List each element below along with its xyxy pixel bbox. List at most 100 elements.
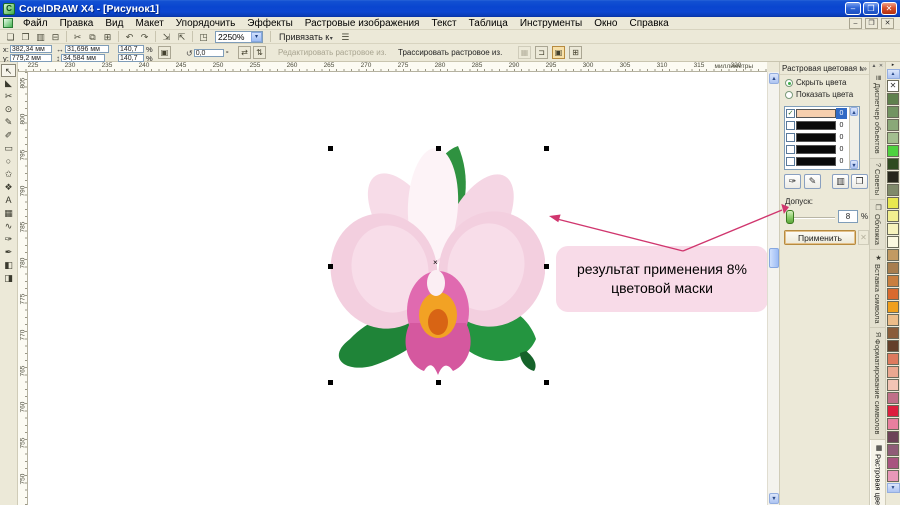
palette-scroll-down-icon[interactable]: ▼ (886, 483, 900, 493)
x-position-field[interactable]: 382,34 мм (9, 45, 52, 53)
shape-tool[interactable]: ◣ (1, 77, 16, 90)
checkbox-icon[interactable] (786, 120, 795, 130)
rotation-angle-field[interactable]: 0,0 (193, 49, 224, 57)
mask-color-row[interactable]: 0 (785, 155, 859, 167)
scroll-down-icon[interactable]: ▼ (769, 493, 779, 504)
palette-color-swatch[interactable] (887, 366, 899, 378)
copy-button[interactable]: ⧉ (85, 31, 100, 43)
print-button[interactable]: ⊟ (48, 31, 63, 43)
open-button[interactable]: ❐ (18, 31, 33, 43)
palette-color-swatch[interactable] (887, 210, 899, 222)
palette-color-swatch[interactable] (887, 262, 899, 274)
docker-collapse-icon[interactable]: ▲ (871, 63, 877, 70)
menu-item-Эффекты[interactable]: Эффекты (241, 18, 298, 29)
drawing-canvas[interactable]: × результат применения 8% цветовой маски (28, 72, 767, 505)
horizontal-ruler[interactable]: миллиметры 225 230 235 240 245 250 255 260 265 27… (18, 62, 767, 72)
mirror-horizontal-button[interactable]: ⇄ (238, 46, 251, 59)
scale-y-field[interactable]: 140,7 (118, 54, 144, 62)
lock-ratio-button[interactable]: ▣ (158, 46, 171, 59)
cut-button[interactable]: ✂ (70, 31, 85, 43)
minimize-button[interactable]: – (845, 2, 861, 15)
mask-color-row[interactable]: ✓ 0 (785, 107, 859, 119)
document-restore-button[interactable]: ❐ (865, 17, 878, 29)
palette-color-swatch[interactable] (887, 301, 899, 313)
open-mask-button[interactable]: ❐ (851, 174, 868, 189)
zoom-level-combo[interactable]: 2250% ▾ (215, 30, 263, 43)
selection-handle[interactable] (544, 146, 549, 151)
docker-tab-inactive[interactable]: ★ Вставка символа (870, 250, 885, 329)
eyedropper-tool[interactable]: ✑ (1, 233, 16, 246)
object-width-field[interactable]: 31,696 мм (65, 45, 109, 53)
scrollbar-thumb[interactable] (769, 248, 779, 268)
palette-color-swatch[interactable] (887, 184, 899, 196)
eyedropper-button[interactable]: ✑ (784, 174, 801, 189)
scroll-up-icon[interactable]: ▲ (850, 107, 858, 116)
crop-tool[interactable]: ✂ (1, 90, 16, 103)
import-button[interactable]: ⇲ (159, 31, 174, 43)
app-launcher-button[interactable]: ◳ (196, 31, 211, 43)
color-swatch[interactable] (796, 144, 836, 154)
mask-color-row[interactable]: 0 (785, 131, 859, 143)
y-position-field[interactable]: 779,2 мм (9, 54, 52, 62)
restore-button[interactable]: ❐ (863, 2, 879, 15)
palette-color-swatch[interactable] (887, 223, 899, 235)
selection-handle[interactable] (436, 380, 441, 385)
document-close-button[interactable]: ✕ (881, 17, 894, 29)
bitmap-frame-button[interactable]: ⊐ (535, 46, 548, 59)
text-tool[interactable]: A (1, 194, 16, 207)
palette-color-swatch[interactable] (887, 405, 899, 417)
menu-item-Файл[interactable]: Файл (17, 18, 54, 29)
palette-color-swatch[interactable] (887, 288, 899, 300)
selection-handle[interactable] (544, 380, 549, 385)
checkbox-icon[interactable] (786, 132, 795, 142)
palette-color-swatch[interactable] (887, 197, 899, 209)
freehand-tool[interactable]: ✎ (1, 116, 16, 129)
palette-color-swatch[interactable] (887, 340, 899, 352)
palette-color-swatch[interactable] (887, 106, 899, 118)
color-swatch[interactable] (796, 132, 836, 142)
menu-item-Упорядочить[interactable]: Упорядочить (170, 18, 242, 29)
palette-flyout-icon[interactable]: ▸ (886, 62, 900, 69)
snap-to-dropdown[interactable]: Привязать к ▾ (275, 32, 337, 42)
palette-color-swatch[interactable] (887, 444, 899, 456)
fill-tool[interactable]: ◧ (1, 259, 16, 272)
palette-color-swatch[interactable] (887, 353, 899, 365)
bitmap-mode-button[interactable]: ▣ (552, 46, 565, 59)
menu-item-Макет[interactable]: Макет (129, 18, 169, 29)
table-tool[interactable]: ▦ (1, 207, 16, 220)
checkbox-icon[interactable] (786, 156, 795, 166)
palette-color-swatch[interactable] (887, 236, 899, 248)
scale-x-field[interactable]: 140,7 (118, 45, 144, 53)
list-scrollbar[interactable]: ▲ ▼ (849, 107, 859, 169)
outline-tool[interactable]: ✒ (1, 246, 16, 259)
palette-color-swatch[interactable] (887, 145, 899, 157)
selection-center-marker[interactable]: × (433, 258, 438, 267)
color-swatch[interactable] (796, 108, 836, 118)
color-swatch[interactable] (796, 120, 836, 130)
close-button[interactable]: ✕ (881, 2, 897, 15)
scroll-up-icon[interactable]: ▲ (769, 73, 779, 84)
interactive-fill-tool[interactable]: ◨ (1, 272, 16, 285)
bitmap-expand-button[interactable]: ⊞ (569, 46, 582, 59)
menu-item-Инструменты[interactable]: Инструменты (514, 18, 588, 29)
hide-colors-radio[interactable]: Скрыть цвета (780, 75, 869, 87)
checkbox-icon[interactable]: ✓ (786, 108, 795, 118)
apply-button[interactable]: Применить (784, 230, 856, 245)
docker-tab-inactive[interactable]: ≣ Диспетчер объектов (870, 71, 885, 159)
tolerance-slider-track[interactable] (787, 217, 835, 219)
mask-color-row[interactable]: 0 (785, 143, 859, 155)
tolerance-input[interactable]: 8 (838, 210, 858, 223)
selection-handle[interactable] (328, 380, 333, 385)
options-button[interactable]: ☰ (338, 31, 353, 43)
canvas-vertical-scrollbar[interactable]: ▲ ▼ (767, 72, 779, 505)
ellipse-tool[interactable]: ○ (1, 155, 16, 168)
selection-handle[interactable] (436, 146, 441, 151)
color-swatch[interactable] (796, 156, 836, 166)
palette-color-swatch[interactable] (887, 431, 899, 443)
selection-handle[interactable] (544, 264, 549, 269)
selection-handle[interactable] (328, 264, 333, 269)
menu-item-Справка[interactable]: Справка (623, 18, 674, 29)
selection-handle[interactable] (328, 146, 333, 151)
save-button[interactable]: ▥ (33, 31, 48, 43)
docker-tab-inactive[interactable]: ? Советы (870, 159, 885, 200)
